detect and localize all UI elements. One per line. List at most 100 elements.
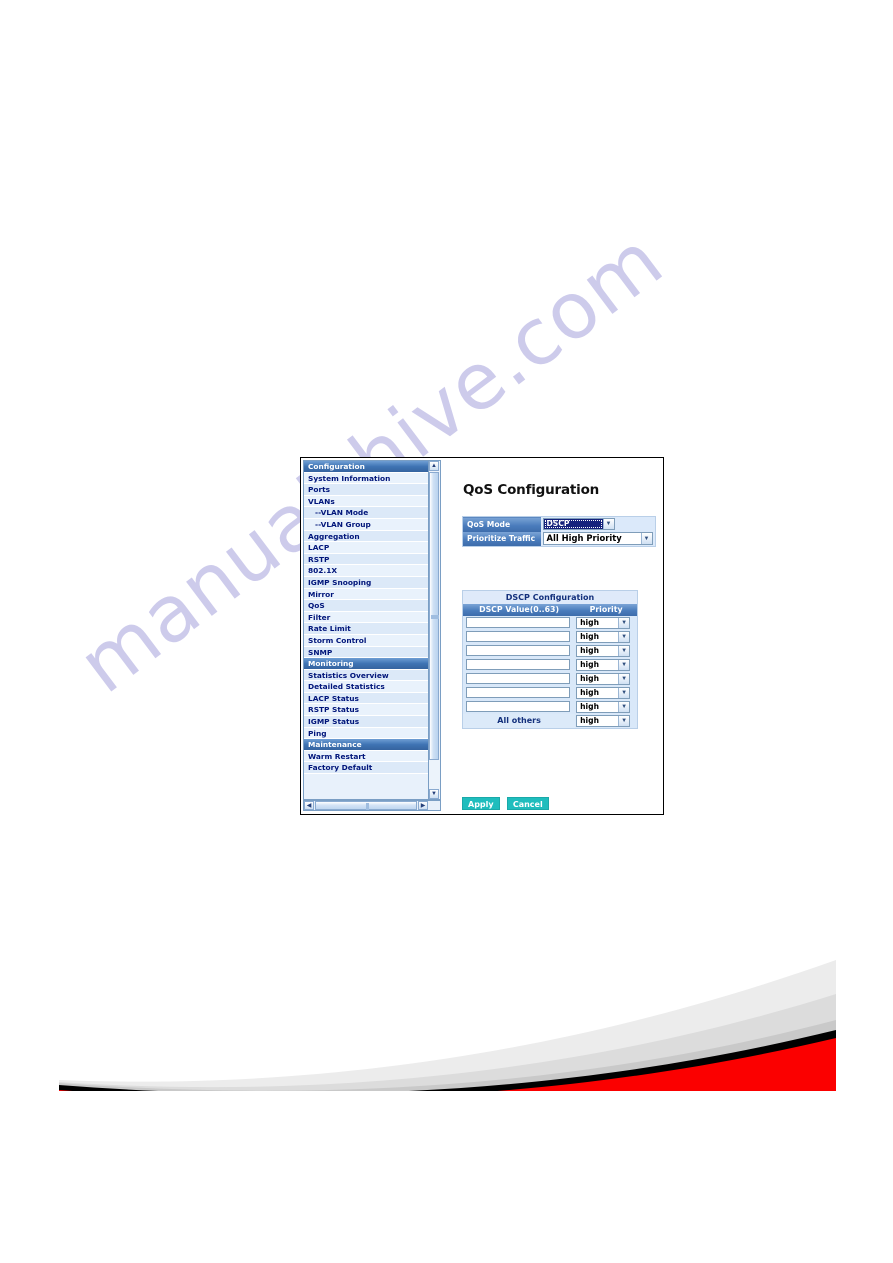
priority-value: high bbox=[580, 645, 599, 655]
chevron-down-icon[interactable]: ▼ bbox=[618, 659, 630, 670]
column-header-priority: Priority bbox=[575, 603, 638, 616]
sidebar-item-lacp[interactable]: LACP bbox=[304, 542, 428, 554]
scroll-thumb-grip bbox=[431, 615, 439, 619]
chevron-down-icon[interactable]: ▼ bbox=[618, 617, 630, 628]
navigation-horizontal-scrollbar[interactable]: ◀ ▶ bbox=[303, 800, 441, 811]
sidebar-item-snmp[interactable]: SNMP bbox=[304, 646, 428, 659]
cancel-button[interactable]: Cancel bbox=[506, 797, 549, 810]
dscp-value-input[interactable] bbox=[466, 687, 570, 698]
chevron-down-icon[interactable]: ▼ bbox=[618, 701, 630, 712]
footer-decorative-banner bbox=[59, 942, 836, 1091]
navigation-list[interactable]: Configuration System Information Ports VLAN… bbox=[303, 460, 429, 800]
chevron-down-icon[interactable]: ▼ bbox=[618, 715, 630, 726]
all-others-row: All others high ▼ bbox=[462, 713, 638, 729]
priority-select[interactable]: high ▼ bbox=[576, 616, 631, 629]
all-others-priority-cell: high ▼ bbox=[575, 714, 637, 729]
qos-mode-select[interactable]: DSCP ▼ bbox=[542, 518, 615, 531]
priority-value: high bbox=[580, 673, 599, 683]
table-row: high ▼ bbox=[463, 686, 638, 700]
priority-value: high bbox=[580, 617, 599, 627]
sidebar-item-vlan-mode[interactable]: --VLAN Mode bbox=[304, 507, 428, 519]
priority-value: high bbox=[580, 631, 599, 641]
table-row: high ▼ bbox=[463, 700, 638, 714]
prioritize-traffic-cell: All High Priority ▼ bbox=[541, 532, 656, 547]
dscp-table-title: DSCP Configuration bbox=[462, 590, 638, 604]
scroll-down-icon[interactable]: ▼ bbox=[429, 789, 439, 799]
sidebar-item-filter[interactable]: Filter bbox=[304, 611, 428, 624]
dscp-value-cell bbox=[463, 672, 576, 686]
chevron-down-icon[interactable]: ▼ bbox=[618, 631, 630, 642]
navigation-vertical-scrollbar[interactable]: ▲ ▼ bbox=[429, 460, 441, 800]
dscp-value-input[interactable] bbox=[466, 659, 570, 670]
sidebar-item-lacp-status[interactable]: LACP Status bbox=[304, 692, 428, 705]
sidebar-item-mirror[interactable]: Mirror bbox=[304, 588, 428, 601]
sidebar-item-configuration[interactable]: Configuration bbox=[304, 461, 428, 473]
table-row: high ▼ bbox=[463, 630, 638, 644]
qos-mode-cell: DSCP ▼ bbox=[541, 517, 656, 532]
sidebar-item-storm-control[interactable]: Storm Control bbox=[304, 634, 428, 647]
dscp-header-row: DSCP Value(0..63) Priority bbox=[462, 603, 638, 616]
sidebar-item-rstp-status[interactable]: RSTP Status bbox=[304, 704, 428, 717]
dscp-value-input[interactable] bbox=[466, 631, 570, 642]
dscp-value-cell bbox=[463, 616, 576, 630]
priority-select[interactable]: high ▼ bbox=[576, 644, 631, 657]
dscp-value-input[interactable] bbox=[466, 617, 570, 628]
chevron-down-icon[interactable]: ▼ bbox=[602, 519, 614, 530]
scroll-up-icon[interactable]: ▲ bbox=[429, 461, 439, 471]
priority-select[interactable]: high ▼ bbox=[576, 672, 631, 685]
sidebar-item-vlans[interactable]: VLANs bbox=[304, 495, 428, 508]
scroll-right-icon[interactable]: ▶ bbox=[418, 801, 428, 810]
dscp-value-input[interactable] bbox=[466, 673, 570, 684]
chevron-down-icon[interactable]: ▼ bbox=[618, 645, 630, 656]
sidebar-item-vlan-group[interactable]: --VLAN Group bbox=[304, 518, 428, 531]
sidebar-item-factory-default[interactable]: Factory Default bbox=[304, 762, 428, 775]
sidebar-item-ports[interactable]: Ports bbox=[304, 484, 428, 496]
priority-select[interactable]: high ▼ bbox=[576, 686, 631, 699]
dscp-value-cell bbox=[463, 658, 576, 672]
sidebar-item-statistics-overview[interactable]: Statistics Overview bbox=[304, 669, 428, 682]
prioritize-traffic-select[interactable]: All High Priority ▼ bbox=[542, 532, 653, 546]
dscp-value-input[interactable] bbox=[466, 701, 570, 712]
sidebar-item-802-1x[interactable]: 802.1X bbox=[304, 565, 428, 577]
priority-cell: high ▼ bbox=[575, 686, 637, 700]
sidebar-item-ping[interactable]: Ping bbox=[304, 727, 428, 740]
sidebar-item-detailed-statistics[interactable]: Detailed Statistics bbox=[304, 681, 428, 693]
priority-select[interactable]: high ▼ bbox=[576, 630, 631, 643]
qos-mode-value: DSCP bbox=[546, 519, 570, 529]
chevron-down-icon[interactable]: ▼ bbox=[618, 687, 630, 698]
priority-select[interactable]: high ▼ bbox=[576, 658, 631, 671]
dscp-configuration-table: DSCP Configuration DSCP Value(0..63) Pri… bbox=[462, 590, 638, 729]
sidebar-item-aggregation[interactable]: Aggregation bbox=[304, 530, 428, 543]
priority-select[interactable]: high ▼ bbox=[576, 700, 631, 713]
scroll-left-icon[interactable]: ◀ bbox=[304, 801, 314, 810]
all-others-priority-value: high bbox=[580, 715, 599, 725]
sidebar-item-igmp-status[interactable]: IGMP Status bbox=[304, 716, 428, 728]
dscp-value-cell bbox=[463, 700, 576, 714]
priority-value: high bbox=[580, 701, 599, 711]
apply-button[interactable]: Apply bbox=[462, 797, 500, 810]
table-row: high ▼ bbox=[463, 672, 638, 686]
sidebar-item-monitoring[interactable]: Monitoring bbox=[304, 658, 428, 670]
sidebar-item-rate-limit[interactable]: Rate Limit bbox=[304, 623, 428, 635]
sidebar-item-maintenance[interactable]: Maintenance bbox=[304, 739, 428, 751]
sidebar-item-igmp-snooping[interactable]: IGMP Snooping bbox=[304, 576, 428, 589]
dscp-title-row: DSCP Configuration bbox=[462, 590, 638, 604]
priority-value: high bbox=[580, 687, 599, 697]
sidebar-item-qos[interactable]: QoS bbox=[304, 600, 428, 612]
dscp-value-cell bbox=[463, 686, 576, 700]
qos-mode-label: QoS Mode bbox=[462, 516, 541, 532]
horizontal-scroll-thumb[interactable] bbox=[315, 801, 417, 810]
priority-cell: high ▼ bbox=[575, 644, 637, 658]
chevron-down-icon[interactable]: ▼ bbox=[640, 533, 652, 545]
sidebar-item-system-information[interactable]: System Information bbox=[304, 472, 428, 485]
chevron-down-icon[interactable]: ▼ bbox=[618, 673, 630, 684]
dscp-value-input[interactable] bbox=[466, 645, 570, 656]
vertical-scroll-thumb[interactable] bbox=[429, 472, 439, 760]
button-bar: Apply Cancel bbox=[462, 797, 554, 810]
navigation-panel: Configuration System Information Ports VLAN… bbox=[303, 460, 443, 812]
sidebar-item-rstp[interactable]: RSTP bbox=[304, 553, 428, 566]
all-others-priority-select[interactable]: high ▼ bbox=[576, 714, 631, 727]
sidebar-item-warm-restart[interactable]: Warm Restart bbox=[304, 750, 428, 763]
priority-cell: high ▼ bbox=[575, 672, 637, 686]
prioritize-traffic-value: All High Priority bbox=[546, 533, 622, 544]
